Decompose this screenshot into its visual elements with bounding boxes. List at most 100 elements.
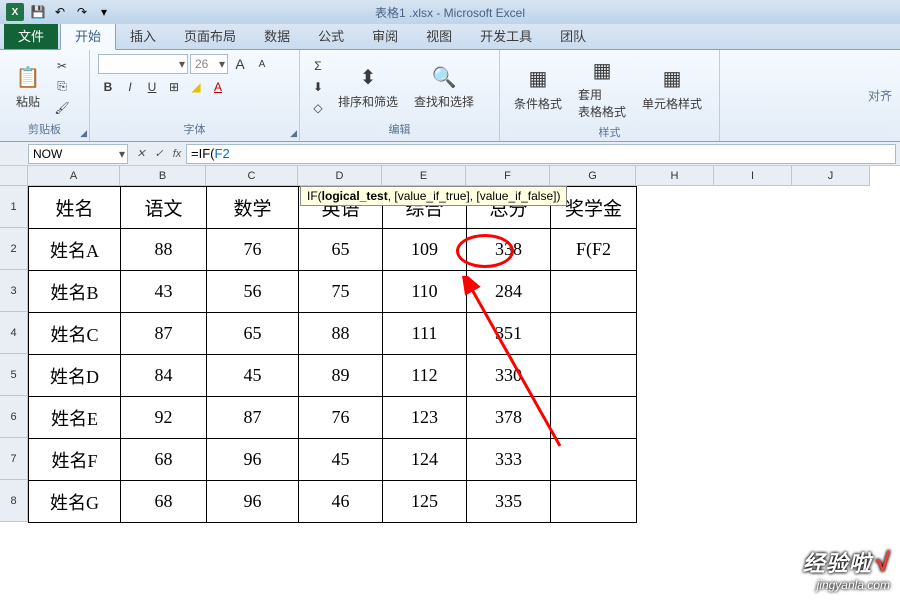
qat-dropdown-icon[interactable]: ▾ — [96, 4, 112, 20]
cancel-formula-button[interactable]: ✕ — [132, 145, 150, 163]
border-button[interactable]: ⊞ — [164, 78, 184, 96]
header-cell[interactable]: 数学 — [207, 187, 299, 229]
cell[interactable] — [551, 313, 637, 355]
header-cell[interactable]: 姓名 — [29, 187, 121, 229]
col-header-C[interactable]: C — [206, 166, 298, 186]
row-header-5[interactable]: 5 — [0, 354, 28, 396]
cell[interactable]: 110 — [383, 271, 467, 313]
cell[interactable]: 338 — [467, 229, 551, 271]
cell[interactable]: 87 — [121, 313, 207, 355]
cell[interactable]: 姓名G — [29, 481, 121, 523]
redo-icon[interactable]: ↷ — [74, 4, 90, 20]
font-color-button[interactable]: A — [208, 78, 228, 96]
cell[interactable]: 姓名B — [29, 271, 121, 313]
row-header-8[interactable]: 8 — [0, 480, 28, 522]
header-cell[interactable]: 语文 — [121, 187, 207, 229]
cell[interactable]: 45 — [207, 355, 299, 397]
conditional-format-button[interactable]: ▦ 条件格式 — [508, 54, 568, 122]
tab-dev[interactable]: 开发工具 — [466, 22, 546, 49]
cell[interactable]: 333 — [467, 439, 551, 481]
confirm-formula-button[interactable]: ✓ — [150, 145, 168, 163]
cell[interactable]: 89 — [299, 355, 383, 397]
cell[interactable]: 76 — [299, 397, 383, 439]
cell[interactable]: 92 — [121, 397, 207, 439]
cell[interactable]: 43 — [121, 271, 207, 313]
cell[interactable]: 姓名E — [29, 397, 121, 439]
cell[interactable]: 76 — [207, 229, 299, 271]
tab-review[interactable]: 审阅 — [358, 22, 412, 49]
cell[interactable]: 84 — [121, 355, 207, 397]
find-select-button[interactable]: 🔍 查找和选择 — [408, 54, 480, 119]
cell[interactable] — [551, 397, 637, 439]
paste-button[interactable]: 📋 粘贴 — [8, 54, 48, 119]
tab-data[interactable]: 数据 — [250, 22, 304, 49]
cell[interactable]: 124 — [383, 439, 467, 481]
tab-view[interactable]: 视图 — [412, 22, 466, 49]
col-header-I[interactable]: I — [714, 166, 792, 186]
cell[interactable]: 姓名C — [29, 313, 121, 355]
tab-insert[interactable]: 插入 — [116, 22, 170, 49]
col-header-A[interactable]: A — [28, 166, 120, 186]
cell[interactable]: 378 — [467, 397, 551, 439]
italic-button[interactable]: I — [120, 78, 140, 96]
clipboard-expand-icon[interactable]: ◢ — [80, 128, 87, 139]
row-header-2[interactable]: 2 — [0, 228, 28, 270]
font-expand-icon[interactable]: ◢ — [290, 128, 297, 139]
sort-filter-button[interactable]: ⬍ 排序和筛选 — [332, 54, 404, 119]
col-header-B[interactable]: B — [120, 166, 206, 186]
formula-input[interactable]: =IF(F2 — [186, 144, 896, 164]
copy-button[interactable]: ⎘ — [52, 78, 72, 96]
save-icon[interactable]: 💾 — [30, 4, 46, 20]
cell[interactable]: 75 — [299, 271, 383, 313]
cell[interactable]: 335 — [467, 481, 551, 523]
cell[interactable]: 96 — [207, 481, 299, 523]
cell[interactable]: 123 — [383, 397, 467, 439]
col-header-F[interactable]: F — [466, 166, 550, 186]
cell[interactable]: 351 — [467, 313, 551, 355]
bold-button[interactable]: B — [98, 78, 118, 96]
cell[interactable]: 68 — [121, 481, 207, 523]
cut-button[interactable]: ✂ — [52, 57, 72, 75]
cell[interactable]: 45 — [299, 439, 383, 481]
cell[interactable]: 姓名F — [29, 439, 121, 481]
font-name-combo[interactable] — [98, 54, 188, 74]
clear-button[interactable]: ◇ — [308, 99, 328, 117]
cell[interactable] — [551, 355, 637, 397]
cell[interactable]: 87 — [207, 397, 299, 439]
cell[interactable]: 111 — [383, 313, 467, 355]
cell[interactable]: 284 — [467, 271, 551, 313]
row-header-1[interactable]: 1 — [0, 186, 28, 228]
cell[interactable]: 112 — [383, 355, 467, 397]
cell[interactable]: 46 — [299, 481, 383, 523]
col-header-D[interactable]: D — [298, 166, 382, 186]
row-header-4[interactable]: 4 — [0, 312, 28, 354]
tab-home[interactable]: 开始 — [60, 21, 116, 50]
format-painter-button[interactable]: 🖌 — [52, 99, 72, 117]
cell[interactable] — [551, 481, 637, 523]
cell[interactable]: 330 — [467, 355, 551, 397]
font-size-combo[interactable]: 26 — [190, 54, 228, 74]
cell[interactable]: 96 — [207, 439, 299, 481]
tab-layout[interactable]: 页面布局 — [170, 22, 250, 49]
cell[interactable]: 125 — [383, 481, 467, 523]
undo-icon[interactable]: ↶ — [52, 4, 68, 20]
cell[interactable]: 68 — [121, 439, 207, 481]
autosum-button[interactable]: Σ — [308, 57, 328, 75]
row-header-3[interactable]: 3 — [0, 270, 28, 312]
cell[interactable]: 姓名A — [29, 229, 121, 271]
tab-file[interactable]: 文件 — [4, 22, 58, 49]
row-header-6[interactable]: 6 — [0, 396, 28, 438]
col-header-E[interactable]: E — [382, 166, 466, 186]
col-header-H[interactable]: H — [636, 166, 714, 186]
cell[interactable]: 88 — [299, 313, 383, 355]
grow-font-button[interactable]: A — [230, 55, 250, 73]
fx-button[interactable]: fx — [168, 145, 186, 163]
row-header-7[interactable]: 7 — [0, 438, 28, 480]
select-all-corner[interactable] — [0, 166, 28, 186]
cell[interactable]: 56 — [207, 271, 299, 313]
cell[interactable]: 65 — [207, 313, 299, 355]
col-header-J[interactable]: J — [792, 166, 870, 186]
fill-color-button[interactable]: ◢ — [186, 78, 206, 96]
cell[interactable]: 109 — [383, 229, 467, 271]
underline-button[interactable]: U — [142, 78, 162, 96]
